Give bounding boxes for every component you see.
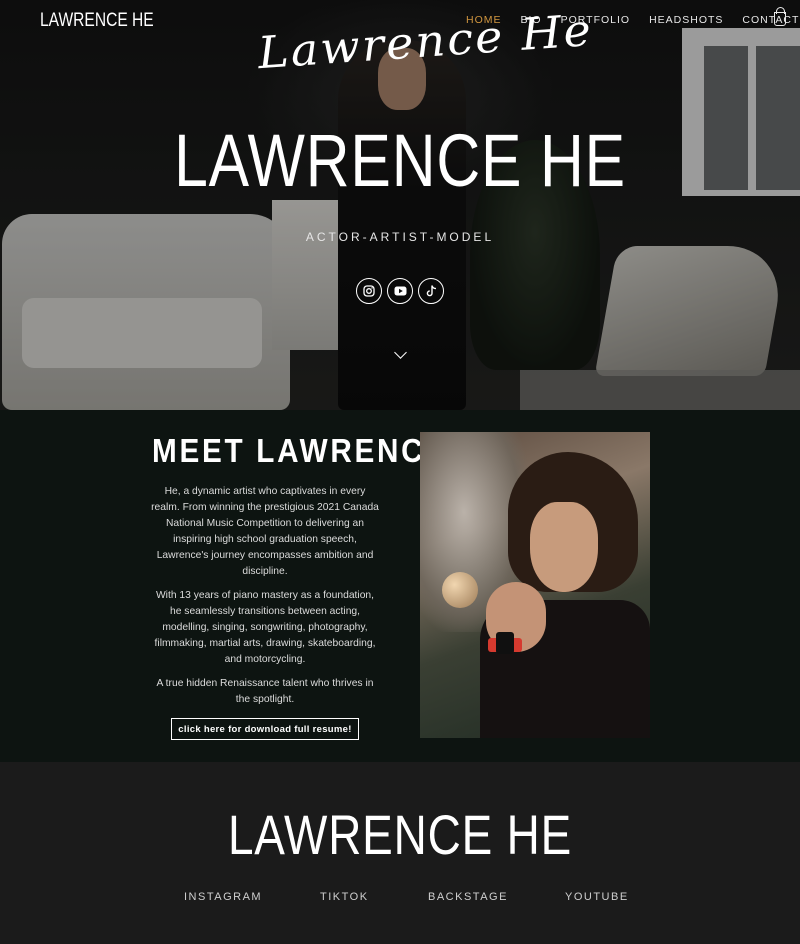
shopping-bag-icon[interactable] [774,7,786,26]
footer-link-backstage[interactable]: BACKSTAGE [428,891,508,903]
hero-section: LAWRENCE HE HOME BIO PORTFOLIO HEADSHOTS… [0,0,800,410]
meet-title: MEET LAWRENCE [152,432,448,469]
footer-title: LAWRENCE HE [227,803,573,866]
bio-paragraph: He, a dynamic artist who captivates in e… [151,486,379,577]
hero-subtitle: ACTOR-ARTIST-MODEL [305,230,495,244]
social-links [356,278,444,304]
tiktok-icon[interactable] [418,278,444,304]
footer-link-tiktok[interactable]: TIKTOK [320,891,369,903]
download-resume-button[interactable]: click here for download full resume! [171,718,359,740]
footer-link-instagram[interactable]: INSTAGRAM [184,891,262,903]
bio-text: He, a dynamic artist who captivates in e… [150,484,380,716]
footer-link-youtube[interactable]: YOUTUBE [565,891,629,903]
portrait-photo [420,432,650,738]
meet-section: MEET LAWRENCE He, a dynamic artist who c… [0,410,800,762]
site-logo[interactable]: LAWRENCE HE [40,10,154,32]
nav-item-contact[interactable]: CONTACT [742,14,799,26]
nav-item-headshots[interactable]: HEADSHOTS [649,14,723,26]
instagram-icon[interactable] [356,278,382,304]
bio-paragraph: With 13 years of piano mastery as a foun… [154,590,376,665]
hero-title: LAWRENCE HE [174,119,626,202]
bio-paragraph: A true hidden Renaissance talent who thr… [156,678,374,705]
youtube-icon[interactable] [387,278,413,304]
footer: LAWRENCE HE INSTAGRAM TIKTOK BACKSTAGE Y… [0,762,800,944]
